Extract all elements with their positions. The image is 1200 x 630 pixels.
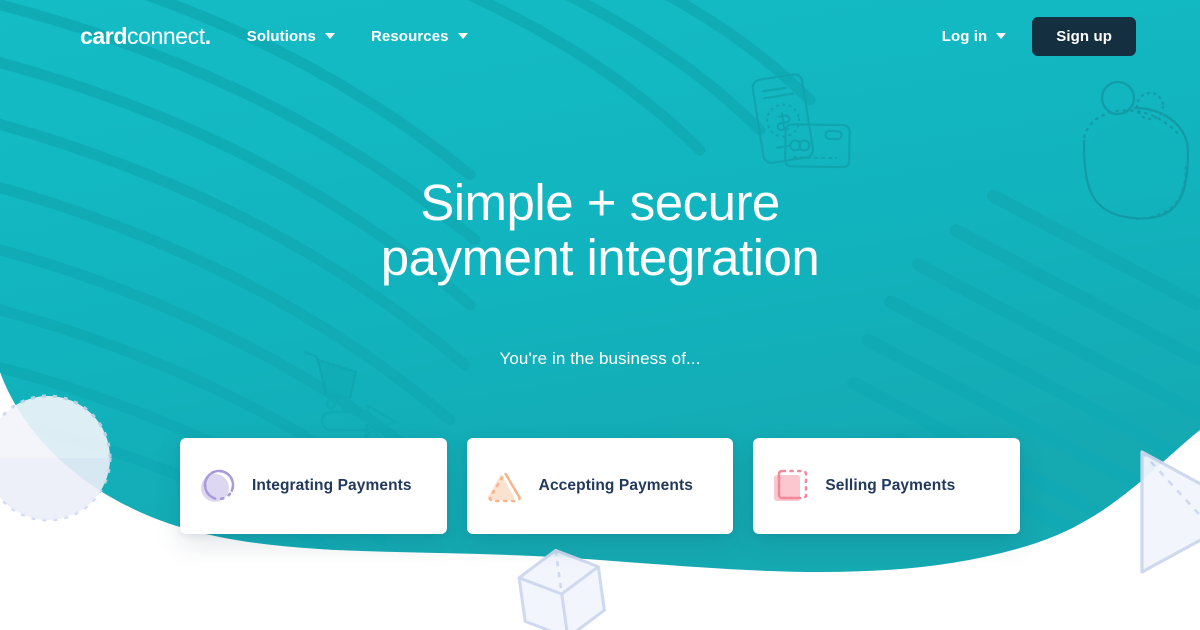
sign-up-button[interactable]: Sign up	[1032, 16, 1136, 56]
audience-card-list: Integrating Payments Accepting Payments …	[180, 438, 1021, 534]
card-selling-payments[interactable]: Selling Payments	[753, 438, 1021, 534]
card-accepting-payments-label: Accepting Payments	[538, 477, 693, 494]
card-accepting-payments[interactable]: Accepting Payments	[466, 438, 734, 534]
nav-links: Solutions Resources	[247, 28, 468, 45]
background-teal-blob	[0, 0, 1200, 573]
nav-right-group: Log in Sign up	[942, 16, 1136, 56]
square-dotted-icon	[774, 469, 808, 501]
card-integrating-payments[interactable]: Integrating Payments	[180, 438, 447, 534]
logo-bold-text: card	[80, 22, 127, 49]
cardconnect-logo[interactable]: cardconnect.	[80, 22, 211, 49]
nav-item-resources-label: Resources	[370, 27, 449, 45]
chevron-down-icon	[324, 33, 335, 39]
top-navigation-bar: cardconnect. Solutions Resources Log in …	[0, 0, 1200, 72]
card-integrating-payments-label: Integrating Payments	[252, 477, 412, 494]
nav-item-login-label: Log in	[941, 27, 988, 45]
circle-dotted-icon	[201, 469, 235, 502]
chevron-down-icon	[457, 33, 468, 39]
logo-light-text: connect	[126, 22, 205, 49]
card-selling-payments-label: Selling Payments	[825, 477, 956, 494]
logo-dot: .	[204, 22, 211, 49]
nav-item-login[interactable]: Log in	[942, 28, 1007, 45]
nav-item-solutions[interactable]: Solutions	[247, 28, 335, 45]
nav-item-solutions-label: Solutions	[246, 27, 316, 45]
chevron-down-icon	[996, 33, 1007, 39]
nav-item-resources[interactable]: Resources	[371, 28, 468, 45]
triangle-dotted-icon	[487, 470, 521, 503]
hero-page: cardconnect. Solutions Resources Log in …	[0, 0, 1200, 630]
